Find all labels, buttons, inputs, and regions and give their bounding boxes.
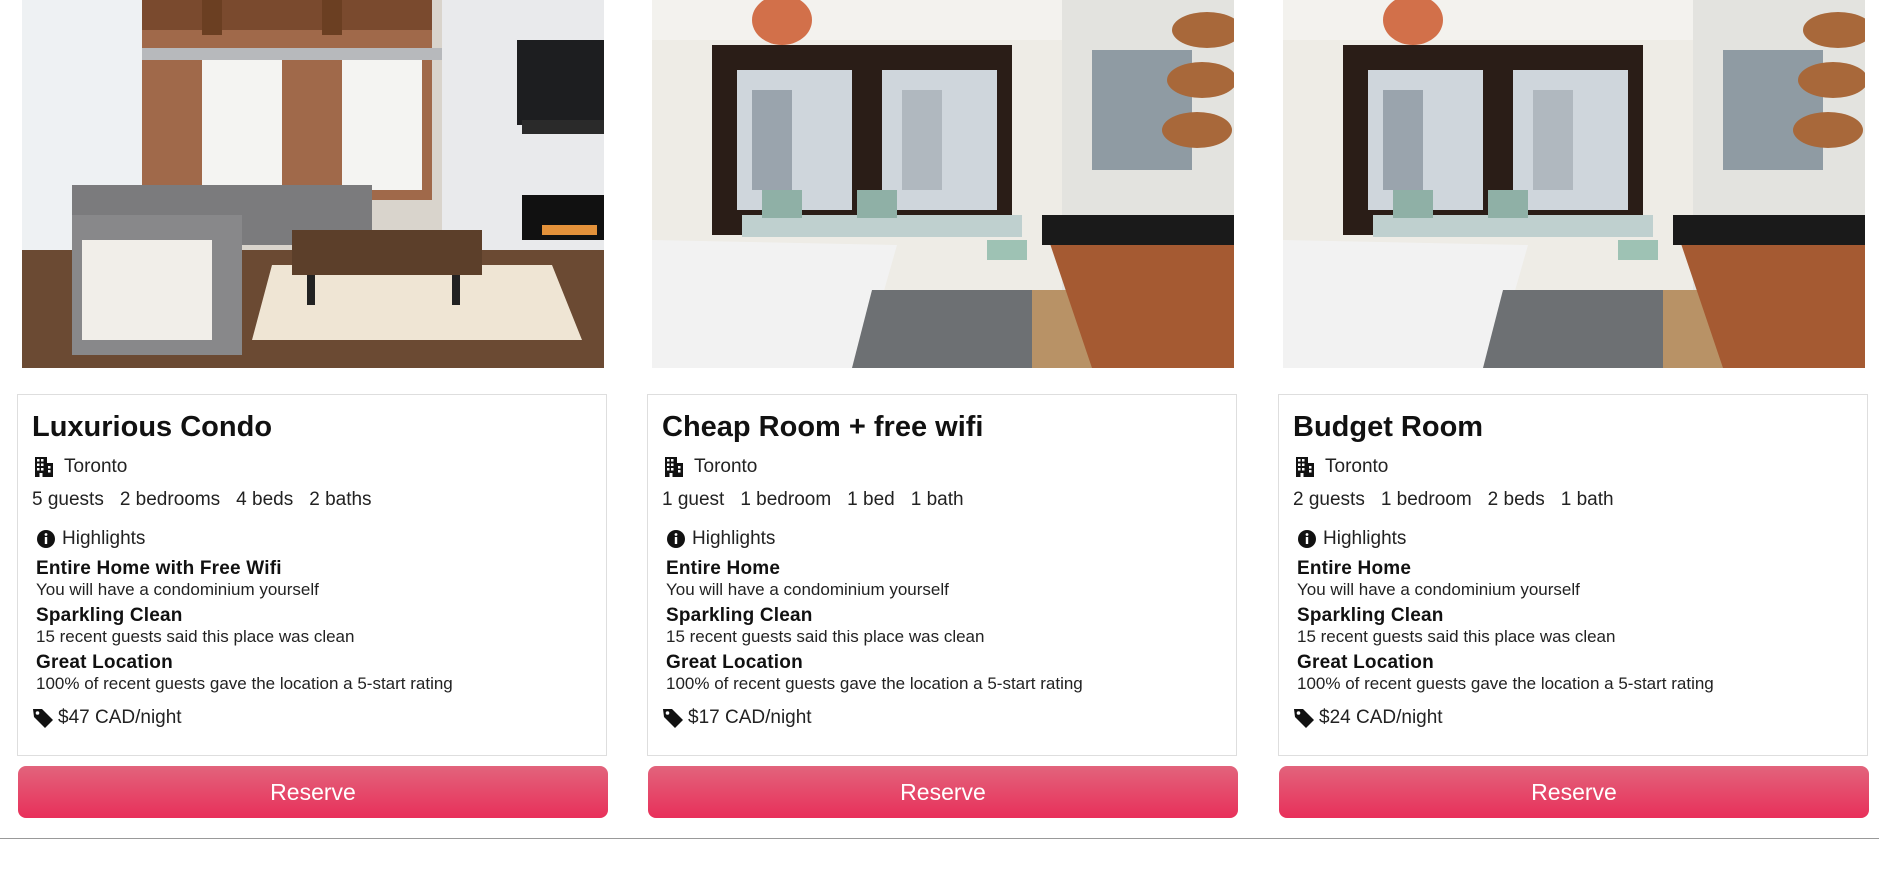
stat-guests: 5 guests [32,489,104,510]
location-label: Toronto [64,456,128,477]
highlight-desc: You will have a condominium yourself [36,580,319,599]
building-icon [665,457,683,477]
stat-bedrooms: 2 bedrooms [119,489,221,510]
highlights-header: Highlights [662,525,1222,553]
highlight-desc: 100% of recent guests gave the location … [666,674,1083,693]
highlight-item: Sparkling Clean 15 recent guests said th… [662,606,1222,647]
highlight-desc: You will have a condominium yourself [666,580,949,599]
listing-stats: 5 guests 2 bedrooms 4 beds 2 baths [32,489,592,517]
listing-photo-condo[interactable] [22,0,604,368]
highlights-label: Highlights [692,528,776,549]
stat-beds: 2 beds [1487,489,1545,510]
stat-guests: 2 guests [1293,489,1365,510]
info-circle-icon [37,530,55,548]
highlight-title: Great Location [1297,652,1434,673]
highlight-desc: 15 recent guests said this place was cle… [1297,627,1616,646]
listing-title: Luxurious Condo [32,411,273,443]
highlights-label: Highlights [62,528,146,549]
highlights-header: Highlights [1293,525,1853,553]
stat-bedrooms: 1 bedroom [1380,489,1472,510]
page-divider [0,838,1879,839]
listing-location: Toronto [662,453,1222,481]
highlight-item: Entire Home You will have a condominium … [1293,559,1853,600]
highlight-item: Entire Home You will have a condominium … [662,559,1222,600]
stat-baths: 1 bath [1560,489,1614,510]
highlight-title: Great Location [666,652,803,673]
building-icon [35,457,53,477]
listing-title: Budget Room [1293,411,1484,443]
highlight-desc: 100% of recent guests gave the location … [36,674,453,693]
highlights-label: Highlights [1323,528,1407,549]
listing-details: Cheap Room + free wifi Toronto 1 guest 1… [647,394,1237,756]
highlight-desc: 100% of recent guests gave the location … [1297,674,1714,693]
price-label: $24 CAD/night [1319,707,1443,728]
listing-photo-budget-room[interactable] [1283,0,1865,368]
building-icon [1296,457,1314,477]
living-room-photo [22,0,604,368]
highlight-desc: 15 recent guests said this place was cle… [666,627,985,646]
highlight-title: Entire Home with Free Wifi [36,558,282,579]
tag-icon [1294,709,1314,728]
highlight-title: Entire Home [666,558,781,579]
highlight-item: Entire Home with Free Wifi You will have… [32,559,592,600]
listing-photo-cheap-room[interactable] [652,0,1234,368]
highlight-item: Great Location 100% of recent guests gav… [662,653,1222,694]
listing-stats: 2 guests 1 bedroom 2 beds 1 bath [1293,489,1853,517]
stat-bedrooms: 1 bedroom [740,489,832,510]
stat-beds: 1 bed [847,489,895,510]
stat-guests: 1 guest [662,489,725,510]
highlight-item: Great Location 100% of recent guests gav… [32,653,592,694]
reserve-button[interactable]: Reserve [18,766,608,818]
reserve-button[interactable]: Reserve [1279,766,1869,818]
bedroom-photo [652,0,1234,368]
listing-price: $17 CAD/night [662,704,1222,732]
info-circle-icon [667,530,685,548]
highlight-item: Sparkling Clean 15 recent guests said th… [1293,606,1853,647]
tag-icon [663,709,683,728]
reserve-button[interactable]: Reserve [648,766,1238,818]
highlight-desc: You will have a condominium yourself [1297,580,1580,599]
listing-price: $24 CAD/night [1293,704,1853,732]
listing-location: Toronto [1293,453,1853,481]
listing-price: $47 CAD/night [32,704,592,732]
price-label: $17 CAD/night [688,707,812,728]
highlight-title: Sparkling Clean [666,605,813,626]
price-label: $47 CAD/night [58,707,182,728]
bedroom-photo [1283,0,1865,368]
highlight-desc: 15 recent guests said this place was cle… [36,627,355,646]
stat-baths: 1 bath [910,489,964,510]
tag-icon [33,709,53,728]
stat-beds: 4 beds [236,489,294,510]
highlight-item: Sparkling Clean 15 recent guests said th… [32,606,592,647]
listing-details: Budget Room Toronto 2 guests 1 bedroom 2… [1278,394,1868,756]
info-circle-icon [1298,530,1316,548]
listing-stats: 1 guest 1 bedroom 1 bed 1 bath [662,489,1222,517]
location-label: Toronto [694,456,758,477]
listing-details: Luxurious Condo Toronto 5 guests 2 bedro… [17,394,607,756]
highlights-header: Highlights [32,525,592,553]
highlight-title: Great Location [36,652,173,673]
listing-title: Cheap Room + free wifi [662,411,984,443]
highlight-title: Sparkling Clean [36,605,183,626]
highlight-item: Great Location 100% of recent guests gav… [1293,653,1853,694]
location-label: Toronto [1325,456,1389,477]
highlight-title: Entire Home [1297,558,1412,579]
listing-location: Toronto [32,453,592,481]
highlight-title: Sparkling Clean [1297,605,1444,626]
stat-baths: 2 baths [309,489,372,510]
